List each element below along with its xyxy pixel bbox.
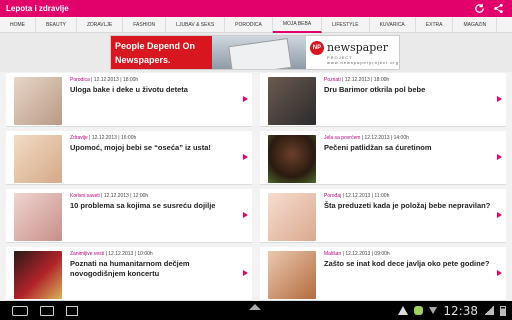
- nav-item-porodica[interactable]: PORODICA: [225, 16, 273, 33]
- nav-item-lifestyle[interactable]: LIFESTYLE: [322, 16, 370, 33]
- arrow-right-icon[interactable]: [243, 96, 248, 102]
- app-title: Lepota i zdravlje: [6, 4, 69, 13]
- article-thumbnail: [268, 193, 316, 241]
- article-card[interactable]: Korisni saveti | 12.12.2013 | 12:00h 10 …: [6, 189, 252, 243]
- article-headline: Šta preduzeti kada je položaj bebe nepra…: [324, 201, 491, 210]
- article-thumbnail: [14, 135, 62, 183]
- article-card[interactable]: Poznati | 12.12.2013 | 18:00h Dru Barimo…: [260, 73, 506, 127]
- arrow-right-icon[interactable]: [497, 212, 502, 218]
- android-debug-icon: [414, 306, 424, 315]
- ad-banner[interactable]: People Depend On Newspapers. NP newspape…: [110, 35, 400, 70]
- status-time: 12:38: [443, 303, 478, 318]
- article-meta: Zanimljive vesti | 12.12.2013 | 10:00h: [70, 251, 153, 257]
- nav-item-beauty[interactable]: BEAUTY: [36, 16, 78, 33]
- article-thumbnail: [14, 251, 62, 299]
- signal-icon: [484, 306, 494, 315]
- article-meta: Poznati | 12.12.2013 | 18:00h: [324, 77, 390, 83]
- article-headline: Upomoć, mojoj bebi se “oseća” iz usta!: [70, 143, 211, 152]
- back-icon[interactable]: [12, 305, 28, 316]
- nav-item-magazin[interactable]: MAGAZIN: [453, 16, 498, 33]
- arrow-right-icon[interactable]: [243, 154, 248, 160]
- article-headline: Pečeni patlidžan sa ćuretinom: [324, 143, 432, 152]
- system-navigation-bar: 12:38: [0, 301, 512, 320]
- nav-item-fashion[interactable]: FASHION: [123, 16, 167, 33]
- warning-icon: [398, 306, 409, 315]
- banner-slogan: People Depend On Newspapers.: [111, 36, 213, 69]
- recent-apps-icon[interactable]: [66, 305, 78, 316]
- newspaper-logo-icon: NP: [309, 40, 324, 55]
- article-list: Porodica | 12.12.2013 | 18:00h Uloga bak…: [0, 72, 512, 301]
- download-icon: [429, 307, 438, 314]
- article-headline: 10 problema sa kojima se susreću dojilje: [70, 201, 216, 210]
- nav-item-moja-beba[interactable]: MOJA BEBA: [272, 16, 323, 33]
- nav-item-zdravlje[interactable]: ZDRAVLJE: [77, 16, 124, 33]
- article-thumbnail: [268, 135, 316, 183]
- article-card[interactable]: Zdravlje | 12.12.2013 | 16:00h Upomoć, m…: [6, 131, 252, 185]
- article-thumbnail: [14, 77, 62, 125]
- arrow-right-icon[interactable]: [497, 96, 502, 102]
- refresh-icon[interactable]: [474, 3, 485, 14]
- article-headline: Uloga bake i deke u životu deteta: [70, 85, 188, 94]
- article-meta: Jela sa povrćem | 12.12.2013 | 14:00h: [324, 135, 409, 141]
- article-headline: Zašto se inat kod dece javlja oko pete g…: [324, 259, 490, 268]
- article-card[interactable]: Jela sa povrćem | 12.12.2013 | 14:00h Pe…: [260, 131, 506, 185]
- share-icon[interactable]: [493, 3, 504, 14]
- arrow-right-icon[interactable]: [497, 154, 502, 160]
- arrow-right-icon[interactable]: [243, 270, 248, 276]
- article-card[interactable]: Porodica | 12.12.2013 | 18:00h Uloga bak…: [6, 73, 252, 127]
- article-headline: Poznati na humanitarnom dečjem novogodiš…: [70, 259, 190, 278]
- article-meta: Zdravlje | 12.12.2013 | 16:00h: [70, 135, 137, 141]
- banner-photo: [212, 36, 306, 69]
- article-meta: Mališan | 12.12.2013 | 09:00h: [324, 251, 390, 257]
- article-thumbnail: [268, 251, 316, 299]
- article-card[interactable]: Mališan | 12.12.2013 | 09:00h Zašto se i…: [260, 247, 506, 301]
- banner-url: www.newspaperproject.org: [326, 59, 399, 65]
- nav-item-home[interactable]: HOME: [0, 16, 36, 33]
- nav-item-ljubav-seks[interactable]: LJUBAV & SEKS: [166, 16, 226, 33]
- nav-item-extra[interactable]: EXTRA: [416, 16, 454, 33]
- article-card[interactable]: Porođaj | 12.12.2013 | 11:00h Šta preduz…: [260, 189, 506, 243]
- nav-item-kuvarica[interactable]: KUVARICA: [370, 16, 416, 33]
- arrow-right-icon[interactable]: [497, 270, 502, 276]
- article-meta: Korisni saveti | 12.12.2013 | 12:00h: [70, 193, 149, 199]
- article-thumbnail: [268, 77, 316, 125]
- article-card[interactable]: Zanimljive vesti | 12.12.2013 | 10:00h P…: [6, 247, 252, 301]
- arrow-right-icon[interactable]: [243, 212, 248, 218]
- article-meta: Porodica | 12.12.2013 | 18:00h: [70, 77, 139, 83]
- banner-brand-name: newspaper: [326, 41, 389, 54]
- category-nav: HOME BEAUTY ZDRAVLJE FASHION LJUBAV & SE…: [0, 16, 512, 33]
- banner-logo-area: NP newspaper PROJECT www.newspaperprojec…: [305, 36, 399, 69]
- home-icon[interactable]: [40, 305, 54, 316]
- app-title-bar: Lepota i zdravlje: [0, 0, 512, 17]
- battery-icon: [500, 305, 506, 316]
- chevron-up-icon[interactable]: [249, 304, 261, 310]
- article-thumbnail: [14, 193, 62, 241]
- article-headline: Dru Barimor otkrila pol bebe: [324, 85, 426, 94]
- article-meta: Porođaj | 12.12.2013 | 11:00h: [324, 193, 390, 199]
